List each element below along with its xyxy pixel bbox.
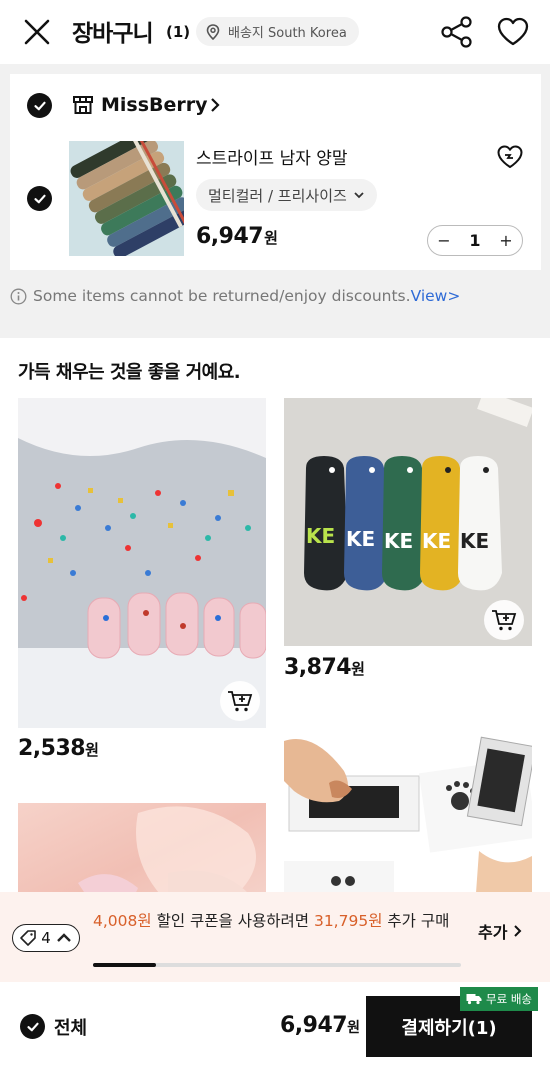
product-image[interactable] bbox=[69, 141, 184, 256]
item-checkbox[interactable] bbox=[27, 186, 52, 211]
notice-text: Some items cannot be returned/enjoy disc… bbox=[33, 287, 411, 305]
coupon-text-end: 추가 구매 bbox=[382, 912, 450, 930]
recommended-product-ankle-socks[interactable]: KE KE KE KE KE bbox=[284, 398, 532, 646]
currency: 원 bbox=[351, 660, 365, 678]
heart-plus-icon[interactable] bbox=[496, 144, 524, 170]
chevron-right-icon[interactable] bbox=[208, 96, 222, 114]
view-link[interactable]: View> bbox=[411, 287, 461, 305]
product-image bbox=[284, 721, 532, 921]
currency: 원 bbox=[264, 229, 278, 247]
store-checkbox[interactable] bbox=[27, 93, 52, 118]
header: 장바구니 (1) 배송지 South Korea bbox=[0, 0, 550, 64]
add-more-label: 추가 bbox=[478, 923, 508, 942]
cart-plus-icon bbox=[492, 610, 517, 631]
svg-text:KE: KE bbox=[384, 529, 413, 553]
tag-icon bbox=[20, 930, 37, 946]
location-pin-icon bbox=[206, 23, 220, 40]
coupon-count-badge[interactable]: 4 bbox=[12, 924, 80, 952]
svg-text:KE: KE bbox=[346, 527, 375, 551]
total-price: 6,947원 bbox=[280, 1013, 360, 1038]
coupon-progress-fill bbox=[93, 963, 156, 967]
option-selector[interactable]: 멀티컬러 / 프리사이즈 bbox=[196, 179, 377, 211]
price-value: 3,874 bbox=[284, 655, 352, 680]
close-icon[interactable] bbox=[22, 17, 52, 47]
checkmark-icon bbox=[33, 194, 46, 203]
checkout-bar: 전체 6,947원 결제하기(1) 무료 배송 bbox=[0, 982, 550, 1068]
option-label: 멀티컬러 / 프리사이즈 bbox=[208, 186, 347, 205]
svg-text:KE: KE bbox=[460, 529, 489, 553]
cart-plus-icon bbox=[228, 691, 253, 712]
coupon-text-mid: 할인 쿠폰을 사용하려면 bbox=[151, 912, 314, 930]
coupon-progress-bar bbox=[93, 963, 461, 967]
quantity-value[interactable]: 1 bbox=[469, 231, 480, 250]
svg-text:KE: KE bbox=[306, 524, 335, 548]
share-icon[interactable] bbox=[440, 15, 474, 49]
free-shipping-badge: 무료 배송 bbox=[460, 987, 538, 1011]
recommended-product-nail-tips[interactable] bbox=[18, 398, 266, 728]
cart-store-card: MissBerry 스트라이프 남자 양말 멀티컬러 / 프리사이즈 6,947… bbox=[10, 74, 541, 270]
svg-text:KE: KE bbox=[422, 529, 451, 553]
recommended-price-2: 3,874원 bbox=[284, 655, 365, 680]
increase-button[interactable]: + bbox=[498, 231, 514, 250]
coupon-count: 4 bbox=[41, 929, 51, 947]
cart-count: (1) bbox=[166, 23, 191, 41]
add-to-cart-button[interactable] bbox=[484, 600, 524, 640]
free-shipping-label: 무료 배송 bbox=[486, 992, 532, 1006]
chevron-up-icon bbox=[56, 933, 71, 942]
heart-icon[interactable] bbox=[496, 16, 530, 48]
truck-icon bbox=[466, 994, 482, 1005]
add-more-button[interactable]: 추가 bbox=[478, 919, 522, 943]
checkmark-icon bbox=[26, 1022, 39, 1031]
return-notice: Some items cannot be returned/enjoy disc… bbox=[10, 287, 460, 305]
total-value: 6,947 bbox=[280, 1013, 348, 1038]
page-title: 장바구니 bbox=[72, 21, 154, 47]
coupon-message: 4,008원 할인 쿠폰을 사용하려면 31,795원 추가 구매 bbox=[93, 910, 453, 933]
store-icon bbox=[73, 96, 93, 114]
coupon-amount: 4,008원 bbox=[93, 912, 152, 930]
add-to-cart-button[interactable] bbox=[220, 681, 260, 721]
select-all-checkbox[interactable] bbox=[20, 1014, 45, 1039]
coupon-need-amount: 31,795원 bbox=[313, 912, 383, 930]
decrease-button[interactable]: − bbox=[436, 231, 452, 250]
price-value: 2,538 bbox=[18, 736, 86, 761]
checkmark-icon bbox=[33, 101, 46, 110]
chevron-down-icon bbox=[354, 192, 364, 199]
info-icon bbox=[10, 288, 27, 304]
product-image bbox=[18, 398, 266, 728]
shipping-label: 배송지 South Korea bbox=[228, 26, 347, 41]
quantity-stepper: − 1 + bbox=[427, 225, 523, 256]
product-name[interactable]: 스트라이프 남자 양말 bbox=[196, 144, 348, 169]
currency: 원 bbox=[347, 1020, 360, 1036]
item-price: 6,947원 bbox=[196, 224, 278, 249]
checkout-label: 결제하기(1) bbox=[401, 1017, 497, 1039]
shipping-destination[interactable]: 배송지 South Korea bbox=[196, 17, 359, 46]
recommendations-title: 가득 채우는 것을 좋을 거예요. bbox=[18, 362, 241, 383]
currency: 원 bbox=[85, 741, 99, 759]
coupon-banner: 4 4,008원 할인 쿠폰을 사용하려면 31,795원 추가 구매 추가 bbox=[0, 892, 550, 982]
recommended-product-paw-print-kit[interactable] bbox=[284, 721, 532, 921]
select-all-label[interactable]: 전체 bbox=[54, 1014, 87, 1040]
store-name[interactable]: MissBerry bbox=[101, 94, 208, 116]
chevron-right-icon bbox=[514, 925, 522, 937]
recommended-price-1: 2,538원 bbox=[18, 736, 99, 761]
item-price-value: 6,947 bbox=[196, 224, 264, 249]
